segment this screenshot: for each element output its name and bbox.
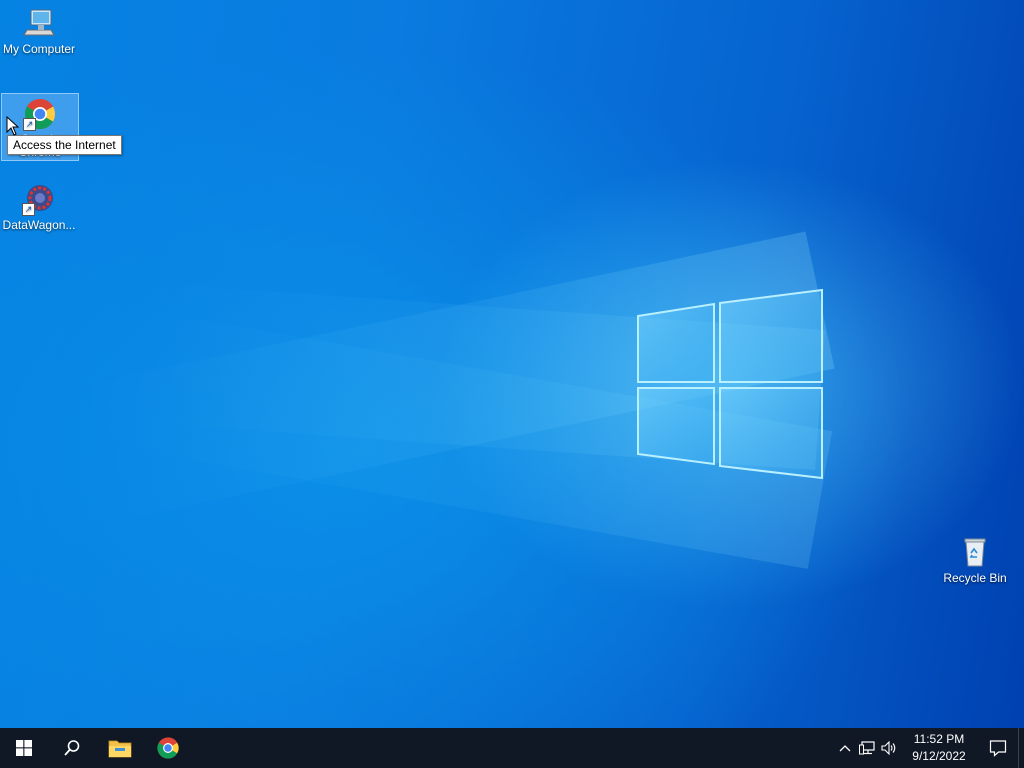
taskbar-google-chrome[interactable] bbox=[144, 728, 192, 768]
clock-date: 9/12/2022 bbox=[912, 749, 966, 763]
desktop-icon-my-computer[interactable]: My Computer bbox=[1, 6, 77, 56]
taskbar-file-explorer[interactable] bbox=[96, 728, 144, 768]
start-icon bbox=[16, 740, 32, 756]
tooltip: Access the Internet bbox=[7, 135, 122, 155]
mouse-cursor-icon bbox=[6, 116, 20, 136]
computer-icon bbox=[22, 6, 56, 40]
network-icon bbox=[859, 741, 875, 755]
shortcut-arrow-icon: ↗ bbox=[22, 203, 35, 216]
show-hidden-icons-button[interactable] bbox=[834, 728, 856, 768]
volume-button[interactable] bbox=[878, 728, 900, 768]
desktop-icon-recycle-bin[interactable]: Recycle Bin bbox=[937, 535, 1013, 585]
clock[interactable]: 11:52 PM 9/12/2022 bbox=[906, 731, 972, 765]
action-center-button[interactable] bbox=[978, 728, 1018, 768]
desktop-icon-label: DataWagon... bbox=[2, 218, 76, 232]
shortcut-arrow-icon: ↗ bbox=[23, 118, 36, 131]
chrome-icon bbox=[157, 737, 179, 759]
start-button[interactable] bbox=[0, 728, 48, 768]
desktop-icon-datawagon[interactable]: ↗ DataWagon... bbox=[1, 182, 77, 232]
windows-logo bbox=[637, 288, 823, 480]
folder-icon bbox=[108, 740, 132, 758]
notification-icon bbox=[989, 740, 1007, 757]
datawagon-icon: ↗ bbox=[22, 182, 56, 216]
show-desktop-button[interactable] bbox=[1018, 728, 1024, 768]
recycle-bin-icon bbox=[958, 535, 992, 569]
desktop-icon-label: My Computer bbox=[2, 42, 76, 56]
system-tray: 11:52 PM 9/12/2022 bbox=[834, 728, 1024, 768]
search-button[interactable] bbox=[48, 728, 96, 768]
desktop-icon-label: Recycle Bin bbox=[943, 571, 1007, 585]
volume-icon bbox=[881, 741, 896, 755]
clock-time: 11:52 PM bbox=[913, 732, 965, 746]
chevron-up-icon bbox=[839, 745, 851, 752]
search-icon bbox=[64, 740, 80, 756]
desktop[interactable]: My Computer ↗ Google Chrome ↗ bbox=[0, 0, 1024, 728]
taskbar: 11:52 PM 9/12/2022 bbox=[0, 728, 1024, 768]
network-button[interactable] bbox=[856, 728, 878, 768]
chrome-icon: ↗ bbox=[23, 97, 57, 131]
